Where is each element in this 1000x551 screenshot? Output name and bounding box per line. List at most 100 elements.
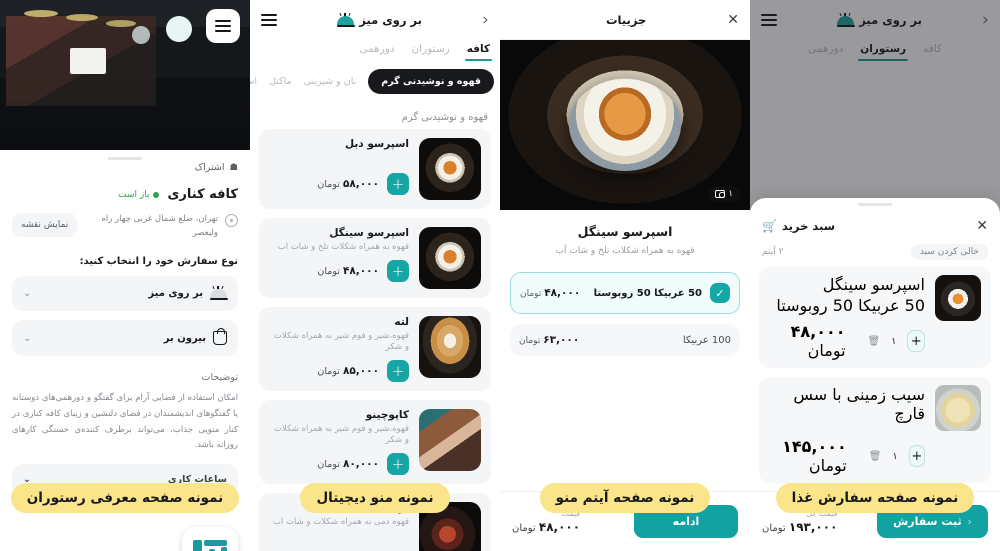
caption-badge: نمونه صفحه معرفی رستوران bbox=[0, 483, 250, 513]
cart-item-thumbnail bbox=[935, 275, 981, 321]
menu-item-row[interactable]: اسپرسو سینگل قهوه به همراه شکلات تلخ و ش… bbox=[259, 218, 491, 298]
item-footer: + ۸۵,۰۰۰ تومان bbox=[269, 360, 409, 382]
increase-qty-button[interactable]: + bbox=[908, 445, 925, 467]
description-text: امکان استفاده از فضایی آرام برای گفتگو و… bbox=[12, 393, 238, 451]
tab-cafe[interactable]: کافه bbox=[464, 43, 493, 61]
add-to-cart-button[interactable]: + bbox=[387, 260, 409, 283]
item-price: ۸۰,۰۰۰ تومان bbox=[317, 458, 379, 470]
add-to-cart-button[interactable]: + bbox=[387, 453, 409, 475]
option-price: ۴۸,۰۰۰ تومان bbox=[520, 287, 581, 299]
menu-item-body: اسپرسو سینگل قهوه به همراه شکلات تلخ و ش… bbox=[269, 227, 409, 283]
caption-text: نمونه صفحه سفارش غذا bbox=[775, 483, 975, 513]
chip-more[interactable]: اس bbox=[250, 76, 257, 87]
menu-item-row[interactable]: کاپوچینو قهوه،شیر و فوم شیر به همراه شکل… bbox=[259, 400, 491, 484]
menu-section-title: قهوه و نوشیدنی گرم bbox=[401, 112, 488, 123]
submit-order-label: ثبت سفارش bbox=[893, 515, 962, 528]
qty-value: ۱ bbox=[892, 450, 898, 462]
restaurant-cover-image bbox=[0, 0, 250, 150]
status-dot-icon bbox=[153, 191, 160, 198]
cover-logo-round bbox=[132, 26, 150, 44]
address-text: تهران، ضلع شمال غربی چهار راه ولیعصر bbox=[101, 214, 218, 238]
trash-icon[interactable]: 🗑 bbox=[869, 451, 882, 462]
order-type-label: نوع سفارش خود را انتخاب کنید: bbox=[79, 256, 238, 268]
qty-value: ۱ bbox=[891, 335, 897, 347]
option-row[interactable]: 100 عربیکا ۶۳,۰۰۰ تومان bbox=[510, 324, 740, 356]
camera-icon bbox=[715, 190, 726, 198]
cover-logo-round bbox=[166, 16, 192, 42]
screenshot-stage: ‹ بر روی میز کافه رستوران دورهمی کباب دس… bbox=[0, 0, 1000, 551]
panel3-header: ‹ بر روی میز bbox=[250, 0, 500, 40]
item-price: ۸۵,۰۰۰ تومان bbox=[317, 365, 379, 377]
caption-text: نمونه منو دیجیتال bbox=[300, 483, 450, 513]
takeaway-group: بیرون بر bbox=[163, 328, 227, 346]
item-thumbnail bbox=[419, 316, 481, 378]
panel3-category-chips: قهوه و نوشیدنی گرم نان و شیرینی ماکتل اس bbox=[250, 61, 500, 103]
cart-title: سبد خرید bbox=[781, 219, 836, 233]
share-row[interactable]: ☗ اشتراک bbox=[0, 150, 250, 173]
chip-mocktail[interactable]: ماکتل bbox=[269, 76, 292, 87]
chip-bread-sweets[interactable]: نان و شیرینی bbox=[304, 76, 357, 87]
cart-title-group: سبد خرید 🛒 bbox=[762, 219, 835, 233]
page-title: بر روی میز bbox=[359, 13, 422, 27]
order-type-takeaway[interactable]: بیرون بر ⌄ bbox=[12, 320, 238, 357]
item-footer: + ۵۸,۰۰۰ تومان bbox=[269, 173, 409, 195]
item-desc: قهوه به همراه شکلات تلخ و شات آب bbox=[277, 242, 409, 252]
add-to-cart-button[interactable]: + bbox=[387, 173, 409, 195]
menu-item-row[interactable]: اسپرسو دبل + ۵۸,۰۰۰ تومان bbox=[259, 129, 491, 209]
detail-item-name: اسپرسو سینگل bbox=[577, 224, 673, 239]
cart-item-thumbnail bbox=[935, 385, 981, 431]
cart-header: ✕ سبد خرید 🛒 bbox=[750, 206, 1000, 240]
item-name: کاپوچینو bbox=[365, 409, 409, 421]
option-label: 100 عربیکا bbox=[682, 334, 731, 346]
increase-qty-button[interactable]: + bbox=[907, 330, 925, 352]
check-icon: ✓ bbox=[710, 283, 730, 303]
order-type-dine-in[interactable]: بر روی میز ⌄ bbox=[12, 276, 238, 312]
menu-item-row[interactable]: لته قهوه،شیر و فوم شیر به همراه شکلات و … bbox=[259, 307, 491, 391]
cart-item: سیب زمینی با سس قارچ + ۱ 🗑 ۱۴۵,۰۰۰ تومان bbox=[759, 377, 991, 483]
restaurant-logo: کافه کناری bbox=[182, 527, 238, 551]
tab-restaurant[interactable]: رستوران bbox=[412, 43, 450, 61]
item-thumbnail bbox=[419, 138, 481, 200]
add-to-cart-button[interactable]: + bbox=[387, 360, 409, 382]
item-name: اسپرسو دبل bbox=[344, 138, 409, 150]
shopping-cart-icon: 🛒 bbox=[762, 219, 777, 233]
takeaway-bag-icon bbox=[213, 328, 227, 346]
panel-digital-menu: ‹ بر روی میز کافه رستوران دورهمی قهوه و … bbox=[250, 0, 500, 551]
trash-icon[interactable]: 🗑 bbox=[868, 336, 881, 347]
cart-item-desc: 50 عربیکا 50 روبوستا bbox=[776, 296, 925, 315]
menu-item-body: لته قهوه،شیر و فوم شیر به همراه شکلات و … bbox=[269, 316, 409, 382]
takeaway-label: بیرون بر bbox=[163, 332, 206, 344]
cart-item-name: سیب زمینی با سس قارچ bbox=[793, 385, 925, 423]
dine-in-label: بر روی میز bbox=[148, 288, 203, 300]
item-price: ۴۸,۰۰۰ تومان bbox=[317, 265, 379, 278]
cover-sign bbox=[70, 48, 106, 74]
chevron-down-icon: ⌄ bbox=[23, 288, 32, 300]
item-footer: + ۴۸,۰۰۰ تومان bbox=[269, 260, 409, 283]
panel-item-detail: ✕ جزییات ۱ اسپرسو سینگل قهوه به همراه شک… bbox=[500, 0, 750, 551]
item-footer: + ۸۰,۰۰۰ تومان bbox=[269, 453, 409, 475]
option-label: 50 عربیکا 50 روبوستا bbox=[593, 287, 702, 299]
panel3-title-group: بر روی میز bbox=[336, 12, 422, 27]
back-icon[interactable]: ‹ bbox=[482, 11, 489, 29]
cart-item-qty-row: + ۱ 🗑 ۱۴۵,۰۰۰ تومان bbox=[769, 437, 925, 475]
caption-text: نمونه صفحه آیتم منو bbox=[539, 483, 711, 513]
option-row-selected[interactable]: ✓ 50 عربیکا 50 روبوستا ۴۸,۰۰۰ تومان bbox=[510, 272, 740, 314]
close-icon[interactable]: ✕ bbox=[976, 218, 988, 234]
tab-gathering[interactable]: دورهمی bbox=[359, 43, 394, 61]
detail-item-desc: قهوه به همراه شکلات تلخ و شات آب bbox=[555, 246, 695, 256]
share-label: اشتراک bbox=[194, 162, 225, 173]
cover-light bbox=[66, 14, 98, 21]
clear-cart-button[interactable]: خالی کردن سبد bbox=[910, 244, 988, 260]
show-map-button[interactable]: نمایش نقشه bbox=[12, 213, 78, 237]
restaurant-name-row: کافه کناری باز است bbox=[0, 173, 250, 202]
hamburger-icon[interactable] bbox=[206, 9, 240, 43]
item-name: اسپرسو سینگل bbox=[329, 227, 409, 239]
description-label: توضیحات bbox=[201, 372, 238, 384]
menu-item-body: کاپوچینو قهوه،شیر و فوم شیر به همراه شکل… bbox=[269, 409, 409, 475]
chip-hot-drinks[interactable]: قهوه و نوشیدنی گرم bbox=[368, 69, 494, 94]
cart-item-price: ۱۴۵,۰۰۰ تومان bbox=[782, 437, 847, 475]
logo-mark bbox=[193, 539, 227, 551]
hamburger-icon[interactable] bbox=[261, 14, 278, 26]
price-value: ۴۸,۰۰۰ تومان bbox=[512, 520, 581, 534]
status-text: باز است bbox=[118, 189, 150, 200]
